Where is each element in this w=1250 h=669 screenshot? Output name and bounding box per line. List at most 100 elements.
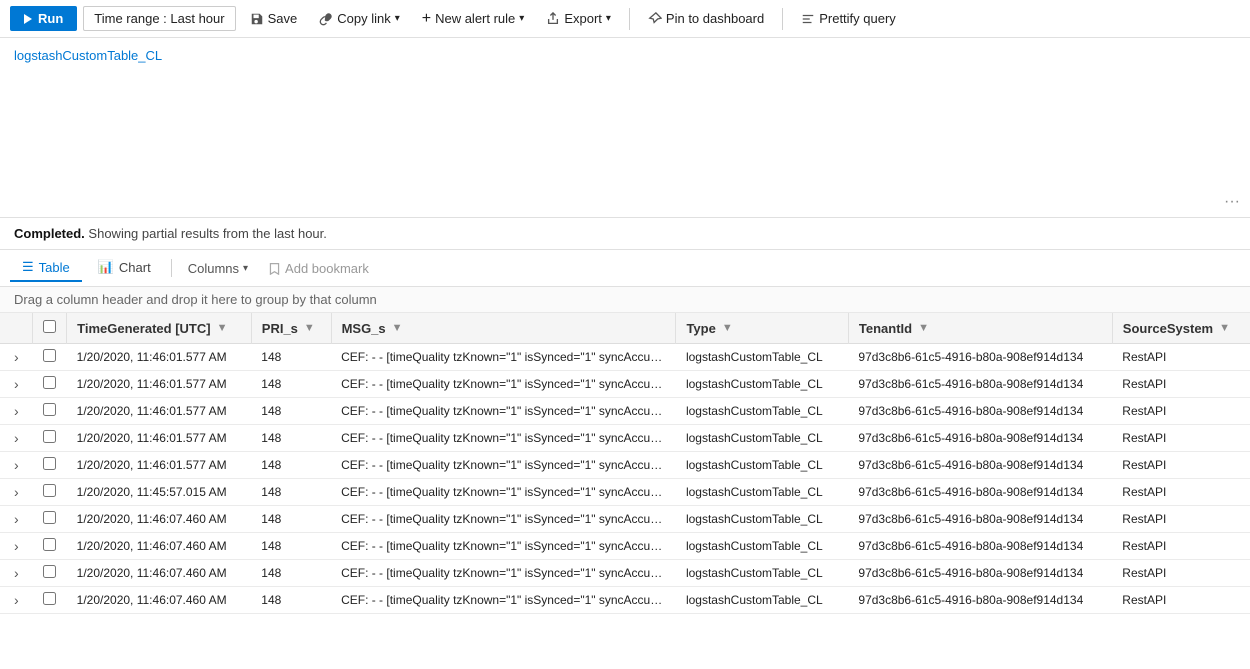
cell-tenant: 97d3c8b6-61c5-4916-b80a-908ef914d134 [848, 533, 1112, 560]
row-checkbox[interactable] [43, 349, 56, 362]
th-time-filter-icon[interactable]: ▼ [217, 322, 228, 334]
cell-time: 1/20/2020, 11:46:07.460 AM [67, 533, 252, 560]
tab-chart[interactable]: 📊 Chart [86, 254, 163, 282]
th-tenant[interactable]: TenantId ▼ [848, 313, 1112, 344]
cell-msg: CEF: - - [timeQuality tzKnown="1" isSync… [331, 452, 676, 479]
cell-tenant: 97d3c8b6-61c5-4916-b80a-908ef914d134 [848, 506, 1112, 533]
bookmark-icon [268, 262, 281, 275]
expand-row-button[interactable]: › [10, 349, 23, 365]
tab-row: ☰ Table 📊 Chart Columns ▾ Add bookmark [0, 250, 1250, 287]
prettify-button[interactable]: Prettify query [793, 7, 904, 30]
th-tenant-filter-icon[interactable]: ▼ [918, 322, 929, 334]
prettify-icon [801, 12, 815, 26]
cell-tenant: 97d3c8b6-61c5-4916-b80a-908ef914d134 [848, 479, 1112, 506]
export-chevron-icon: ▾ [606, 13, 611, 24]
columns-button[interactable]: Columns ▾ [180, 257, 256, 280]
table-row: ›1/20/2020, 11:46:01.577 AM148CEF: - - [… [0, 344, 1250, 371]
cell-type: logstashCustomTable_CL [676, 452, 848, 479]
add-bookmark-button[interactable]: Add bookmark [260, 257, 377, 280]
chart-icon: 📊 [98, 259, 114, 275]
copy-link-chevron-icon: ▾ [395, 13, 400, 24]
expand-row-button[interactable]: › [10, 430, 23, 446]
row-checkbox[interactable] [43, 430, 56, 443]
expand-row-button[interactable]: › [10, 403, 23, 419]
expand-row-button[interactable]: › [10, 592, 23, 608]
th-pri[interactable]: PRI_s ▼ [251, 313, 331, 344]
row-checkbox[interactable] [43, 565, 56, 578]
row-checkbox[interactable] [43, 376, 56, 389]
expand-row-button[interactable]: › [10, 538, 23, 554]
cell-time: 1/20/2020, 11:45:57.015 AM [67, 479, 252, 506]
save-button[interactable]: Save [242, 7, 306, 30]
cell-type: logstashCustomTable_CL [676, 371, 848, 398]
expand-row-button[interactable]: › [10, 376, 23, 392]
export-button[interactable]: Export ▾ [538, 7, 619, 30]
results-table: TimeGenerated [UTC] ▼ PRI_s ▼ MSG_s ▼ [0, 313, 1250, 614]
table-row: ›1/20/2020, 11:46:07.460 AM148CEF: - - [… [0, 533, 1250, 560]
th-msg[interactable]: MSG_s ▼ [331, 313, 676, 344]
cell-pri: 148 [251, 533, 331, 560]
pin-button[interactable]: Pin to dashboard [640, 7, 772, 30]
tab-table[interactable]: ☰ Table [10, 254, 82, 282]
cell-pri: 148 [251, 506, 331, 533]
cell-time: 1/20/2020, 11:46:01.577 AM [67, 452, 252, 479]
th-time[interactable]: TimeGenerated [UTC] ▼ [67, 313, 252, 344]
cell-time: 1/20/2020, 11:46:01.577 AM [67, 344, 252, 371]
new-alert-button[interactable]: + New alert rule ▾ [414, 7, 533, 31]
cell-source: RestAPI [1112, 452, 1250, 479]
data-table-wrapper: TimeGenerated [UTC] ▼ PRI_s ▼ MSG_s ▼ [0, 313, 1250, 614]
query-text[interactable]: logstashCustomTable_CL [14, 48, 162, 63]
columns-label: Columns [188, 261, 239, 276]
th-type[interactable]: Type ▼ [676, 313, 848, 344]
expand-row-button[interactable]: › [10, 565, 23, 581]
query-area[interactable]: logstashCustomTable_CL ··· [0, 38, 1250, 218]
th-source[interactable]: SourceSystem ▼ [1112, 313, 1250, 344]
row-checkbox[interactable] [43, 538, 56, 551]
time-range-button[interactable]: Time range : Last hour [83, 6, 235, 31]
table-row: ›1/20/2020, 11:46:07.460 AM148CEF: - - [… [0, 587, 1250, 614]
cell-source: RestAPI [1112, 587, 1250, 614]
cell-msg: CEF: - - [timeQuality tzKnown="1" isSync… [331, 398, 676, 425]
expand-row-button[interactable]: › [10, 511, 23, 527]
copy-link-button[interactable]: Copy link ▾ [311, 7, 408, 30]
th-type-filter-icon[interactable]: ▼ [722, 322, 733, 334]
cell-time: 1/20/2020, 11:46:01.577 AM [67, 425, 252, 452]
th-msg-filter-icon[interactable]: ▼ [392, 322, 403, 334]
status-completed: Completed. [14, 226, 85, 241]
run-label: Run [38, 11, 63, 26]
run-button[interactable]: Run [10, 6, 77, 31]
save-icon [250, 12, 264, 26]
cell-type: logstashCustomTable_CL [676, 398, 848, 425]
th-source-filter-icon[interactable]: ▼ [1219, 322, 1230, 334]
cell-pri: 148 [251, 479, 331, 506]
copy-link-label: Copy link [337, 11, 390, 26]
cell-msg: CEF: - - [timeQuality tzKnown="1" isSync… [331, 587, 676, 614]
cell-source: RestAPI [1112, 479, 1250, 506]
th-checkbox [33, 313, 67, 344]
cell-pri: 148 [251, 425, 331, 452]
select-all-checkbox[interactable] [43, 320, 56, 333]
row-checkbox[interactable] [43, 511, 56, 524]
cell-source: RestAPI [1112, 560, 1250, 587]
expand-row-button[interactable]: › [10, 484, 23, 500]
more-options-icon[interactable]: ··· [1224, 193, 1240, 211]
cell-tenant: 97d3c8b6-61c5-4916-b80a-908ef914d134 [848, 587, 1112, 614]
separator-2 [782, 8, 783, 30]
cell-tenant: 97d3c8b6-61c5-4916-b80a-908ef914d134 [848, 425, 1112, 452]
drag-hint-text: Drag a column header and drop it here to… [14, 292, 377, 307]
th-msg-label: MSG_s [342, 321, 386, 336]
cell-type: logstashCustomTable_CL [676, 425, 848, 452]
th-type-label: Type [686, 321, 715, 336]
cell-type: logstashCustomTable_CL [676, 479, 848, 506]
row-checkbox[interactable] [43, 403, 56, 416]
row-checkbox[interactable] [43, 592, 56, 605]
cell-type: logstashCustomTable_CL [676, 587, 848, 614]
expand-row-button[interactable]: › [10, 457, 23, 473]
row-checkbox[interactable] [43, 484, 56, 497]
cell-source: RestAPI [1112, 425, 1250, 452]
row-checkbox[interactable] [43, 457, 56, 470]
cell-pri: 148 [251, 371, 331, 398]
th-pri-filter-icon[interactable]: ▼ [304, 322, 315, 334]
cell-msg: CEF: - - [timeQuality tzKnown="1" isSync… [331, 560, 676, 587]
toolbar: Run Time range : Last hour Save Copy lin… [0, 0, 1250, 38]
